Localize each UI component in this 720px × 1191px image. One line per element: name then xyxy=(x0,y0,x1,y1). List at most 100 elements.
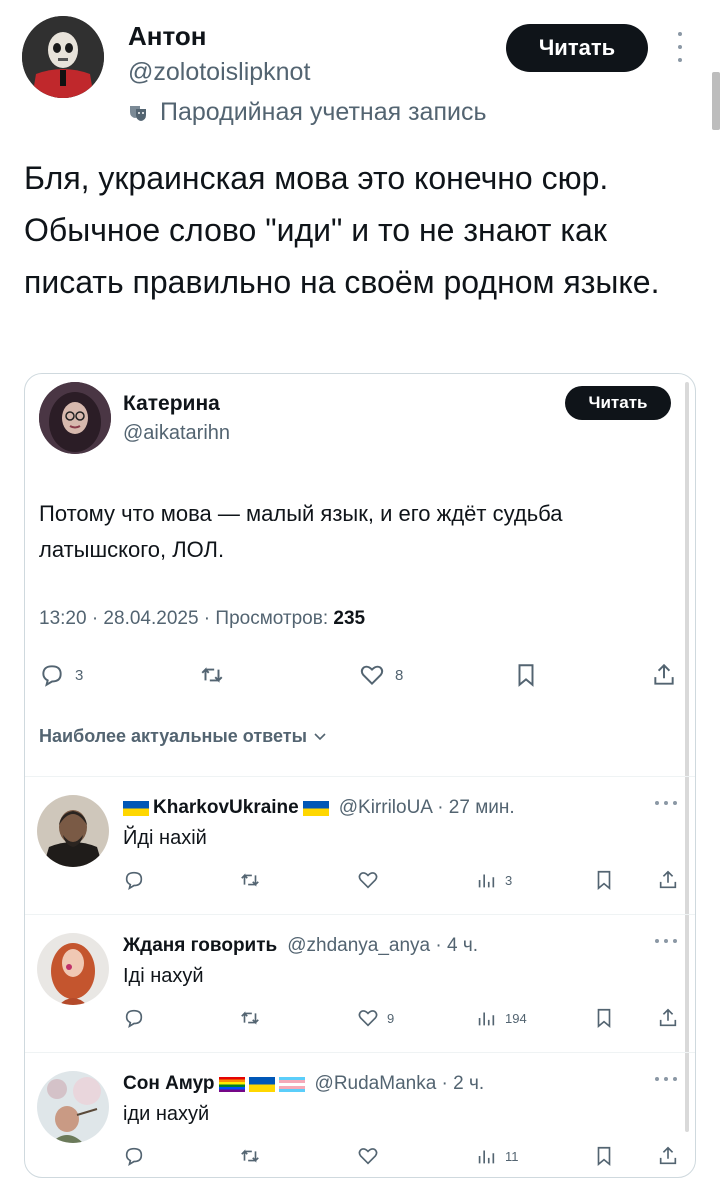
share-action[interactable] xyxy=(657,1145,679,1167)
heart-icon xyxy=(360,665,384,686)
reply-text: Іді нахуй xyxy=(123,965,204,987)
parody-badge: Пародийная учетная запись xyxy=(128,98,486,127)
reply-action-bar: 3 xyxy=(123,869,683,895)
bookmark-icon xyxy=(597,1146,611,1167)
analytics-icon xyxy=(478,874,495,888)
quote-timestamp: 13:20 · 28.04.2025 · Просмотров: xyxy=(39,608,334,629)
follow-button[interactable]: Читать xyxy=(506,24,648,72)
replies-sort-label: Наиболее актуальные ответы xyxy=(39,726,307,746)
parody-label: Пародийная учетная запись xyxy=(160,98,487,126)
share-icon xyxy=(659,1008,677,1027)
share-icon xyxy=(659,1146,677,1165)
analytics-icon xyxy=(478,1150,495,1164)
quote-views: 235 xyxy=(333,608,366,629)
repost-action[interactable] xyxy=(239,1007,261,1029)
share-action[interactable] xyxy=(651,662,677,688)
reply-action-bar: 11 xyxy=(123,1145,683,1171)
repost-action[interactable] xyxy=(239,1145,261,1167)
share-action[interactable] xyxy=(657,869,679,891)
reply-handle-time[interactable]: @KirriloUA · 27 мин. xyxy=(339,797,515,819)
reply-handle-time[interactable]: @RudaManka · 2 ч. xyxy=(315,1073,485,1095)
reply-item[interactable]: Сон Амур @RudaManka · 2 ч. іди нахуй 11 xyxy=(25,1052,695,1177)
reply-more-icon[interactable] xyxy=(655,939,677,945)
chevron-down-icon xyxy=(314,732,326,740)
ukraine-flag-icon xyxy=(248,1076,275,1092)
views-action[interactable]: 194 xyxy=(475,1007,527,1029)
quote-text: Потому что мова — малый язык, и его ждёт… xyxy=(39,501,563,562)
repost-action[interactable] xyxy=(239,869,261,891)
reply-icon xyxy=(125,1147,143,1166)
analytics-icon xyxy=(478,1012,495,1026)
quote-author-name[interactable]: Катерина xyxy=(123,392,220,416)
reply-action[interactable]: 3 xyxy=(39,662,83,688)
like-action[interactable] xyxy=(357,1145,387,1167)
post-header: Антон @zolotoislipknot Пародийная учетна… xyxy=(22,16,702,126)
bookmark-action[interactable] xyxy=(513,662,539,688)
replies-sort-dropdown[interactable]: Наиболее актуальные ответы xyxy=(39,726,327,747)
like-count: 9 xyxy=(387,1010,395,1026)
repost-icon xyxy=(241,1011,259,1025)
reply-header: Сон Амур @RudaManka · 2 ч. xyxy=(123,1073,484,1095)
bookmark-action[interactable] xyxy=(593,1145,615,1167)
transgender-flag-icon xyxy=(278,1076,305,1092)
rainbow-flag-icon xyxy=(218,1076,245,1092)
author-avatar[interactable] xyxy=(22,16,104,98)
reply-avatar[interactable] xyxy=(37,795,109,867)
like-action[interactable]: 8 xyxy=(359,662,403,688)
bookmark-icon xyxy=(597,870,611,891)
share-icon xyxy=(654,663,674,685)
quote-follow-button[interactable]: Читать xyxy=(565,386,671,420)
reply-count: 3 xyxy=(75,666,84,684)
reply-icon xyxy=(125,871,143,890)
repost-action[interactable] xyxy=(199,662,225,688)
repost-icon xyxy=(241,1149,259,1163)
like-count: 8 xyxy=(395,666,404,684)
author-name[interactable]: Антон xyxy=(128,21,206,52)
repost-icon xyxy=(201,667,223,683)
reply-text: іди нахуй xyxy=(123,1103,210,1125)
ukraine-flag-icon xyxy=(302,800,329,816)
reply-avatar[interactable] xyxy=(37,1071,109,1143)
reply-icon xyxy=(125,1009,143,1028)
heart-icon xyxy=(358,1148,378,1165)
reply-more-icon[interactable] xyxy=(655,801,677,807)
heart-icon xyxy=(358,872,378,889)
post-text: Бля, украинская мова это конечно сюр. Об… xyxy=(24,160,660,300)
quote-meta: 13:20 · 28.04.2025 · Просмотров: 235 xyxy=(39,608,365,630)
bookmark-action[interactable] xyxy=(593,869,615,891)
theater-masks-icon xyxy=(130,105,146,121)
reply-item[interactable]: KharkovUkraine @KirriloUA · 27 мин. Йді … xyxy=(25,776,695,914)
like-action[interactable] xyxy=(357,869,387,891)
reply-text: Йді нахій xyxy=(123,827,207,849)
share-icon xyxy=(659,870,677,889)
reply-action-bar: 9 194 xyxy=(123,1007,683,1033)
bookmark-action[interactable] xyxy=(593,1007,615,1029)
reply-header: Жданя говорить @zhdanya_anya · 4 ч. xyxy=(123,935,478,957)
views-count: 3 xyxy=(505,872,513,888)
quoted-post[interactable]: Катерина @aikatarihn Читать Потому что м… xyxy=(24,373,696,1178)
page-scrollbar[interactable] xyxy=(712,72,720,130)
reply-author-name[interactable]: Сон Амур xyxy=(123,1073,215,1095)
reply-handle-time[interactable]: @zhdanya_anya · 4 ч. xyxy=(287,935,478,957)
heart-icon xyxy=(358,1010,378,1027)
like-action[interactable]: 9 xyxy=(357,1007,394,1029)
ukraine-flag-icon xyxy=(123,800,149,816)
views-action[interactable]: 3 xyxy=(475,869,512,891)
quote-author-handle[interactable]: @aikatarihn xyxy=(123,422,230,445)
reply-author-name[interactable]: KharkovUkraine xyxy=(153,797,299,819)
reply-action[interactable] xyxy=(123,869,145,891)
reply-author-name[interactable]: Жданя говорить xyxy=(123,935,277,957)
author-handle[interactable]: @zolotoislipknot xyxy=(128,58,310,87)
share-action[interactable] xyxy=(657,1007,679,1029)
reply-item[interactable]: Жданя говорить @zhdanya_anya · 4 ч. Іді … xyxy=(25,914,695,1052)
reply-header: KharkovUkraine @KirriloUA · 27 мин. xyxy=(123,797,515,819)
reply-more-icon[interactable] xyxy=(655,1077,677,1083)
quote-author-avatar[interactable] xyxy=(39,382,111,454)
more-options-icon[interactable] xyxy=(672,32,688,62)
views-action[interactable]: 11 xyxy=(475,1145,519,1167)
reply-action[interactable] xyxy=(123,1007,145,1029)
bookmark-icon xyxy=(518,664,534,687)
reply-avatar[interactable] xyxy=(37,933,109,1005)
views-count: 194 xyxy=(505,1010,527,1026)
reply-action[interactable] xyxy=(123,1145,145,1167)
